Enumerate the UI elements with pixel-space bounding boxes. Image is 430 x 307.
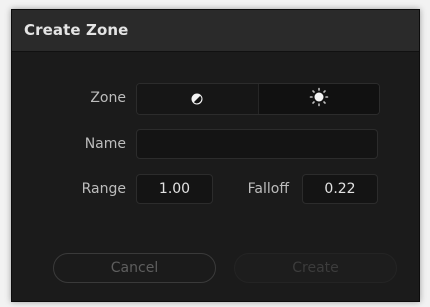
falloff-input[interactable] bbox=[302, 174, 378, 204]
zone-selector[interactable] bbox=[136, 83, 380, 115]
create-zone-dialog: Create Zone Zone Name Range 1.00 Falloff… bbox=[11, 9, 420, 302]
cancel-button[interactable]: Cancel bbox=[53, 253, 216, 283]
dialog-titlebar: Create Zone bbox=[12, 10, 419, 52]
highlight-sun-icon bbox=[309, 87, 329, 111]
range-label: Range bbox=[81, 181, 126, 197]
zone-label: Zone bbox=[90, 90, 126, 106]
name-input[interactable] bbox=[136, 129, 378, 159]
name-label: Name bbox=[84, 136, 126, 152]
falloff-label: Falloff bbox=[247, 181, 289, 197]
dialog-title: Create Zone bbox=[24, 21, 129, 39]
range-input[interactable] bbox=[136, 174, 213, 204]
zone-option-shadow[interactable] bbox=[137, 84, 258, 114]
half-circle-shadow-icon bbox=[191, 90, 203, 109]
zone-option-highlight[interactable] bbox=[257, 84, 379, 114]
create-button[interactable]: Create bbox=[234, 253, 397, 283]
